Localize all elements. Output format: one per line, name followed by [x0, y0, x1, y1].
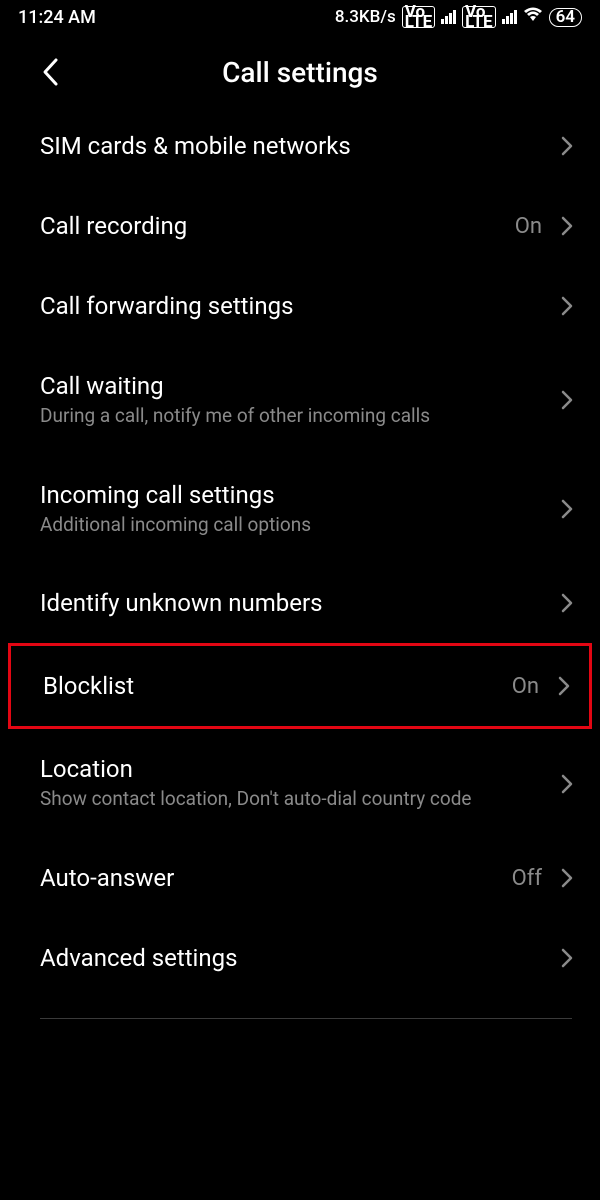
item-value: Off	[512, 866, 542, 891]
battery-icon: 64	[549, 8, 582, 27]
volte-icon: VoLTE	[402, 6, 435, 28]
back-button[interactable]	[34, 56, 66, 88]
header: Call settings	[0, 32, 600, 106]
item-title: Advanced settings	[40, 944, 560, 972]
item-title: Call waiting	[40, 372, 560, 400]
status-right: 8.3KB/s VoLTE VoLTE 64	[335, 6, 582, 28]
item-auto-answer[interactable]: Auto-answer Off	[0, 838, 600, 918]
item-call-forwarding[interactable]: Call forwarding settings	[0, 266, 600, 346]
item-call-recording[interactable]: Call recording On	[0, 186, 600, 266]
settings-list: SIM cards & mobile networks Call recordi…	[0, 106, 600, 1019]
item-incoming-call-settings[interactable]: Incoming call settings Additional incomi…	[0, 455, 600, 564]
chevron-right-icon	[560, 294, 574, 318]
item-title: Auto-answer	[40, 864, 512, 892]
page-title: Call settings	[0, 56, 600, 89]
item-blocklist[interactable]: Blocklist On	[8, 643, 592, 729]
chevron-right-icon	[557, 674, 571, 698]
item-sim-networks[interactable]: SIM cards & mobile networks	[0, 106, 600, 186]
chevron-right-icon	[560, 388, 574, 412]
status-bar: 11:24 AM 8.3KB/s VoLTE VoLTE 64	[0, 0, 600, 32]
item-title: Blocklist	[43, 672, 512, 700]
item-identify-unknown[interactable]: Identify unknown numbers	[0, 563, 600, 643]
item-title: Location	[40, 755, 560, 783]
divider	[40, 1018, 572, 1019]
chevron-right-icon	[560, 214, 574, 238]
chevron-right-icon	[560, 134, 574, 158]
volte-icon-2: VoLTE	[462, 6, 495, 28]
item-title: SIM cards & mobile networks	[40, 132, 560, 160]
item-title: Call recording	[40, 212, 515, 240]
chevron-left-icon	[41, 57, 59, 87]
item-value: On	[515, 214, 542, 239]
status-time: 11:24 AM	[18, 7, 96, 28]
chevron-right-icon	[560, 497, 574, 521]
status-speed: 8.3KB/s	[335, 7, 396, 27]
item-subtitle: During a call, notify me of other incomi…	[40, 404, 560, 429]
item-title: Incoming call settings	[40, 481, 560, 509]
signal-icon-1	[441, 10, 456, 24]
item-location[interactable]: Location Show contact location, Don't au…	[0, 729, 600, 838]
chevron-right-icon	[560, 772, 574, 796]
item-call-waiting[interactable]: Call waiting During a call, notify me of…	[0, 346, 600, 455]
chevron-right-icon	[560, 591, 574, 615]
item-subtitle: Additional incoming call options	[40, 513, 560, 538]
chevron-right-icon	[560, 866, 574, 890]
chevron-right-icon	[560, 946, 574, 970]
item-advanced-settings[interactable]: Advanced settings	[0, 918, 600, 998]
signal-icon-2	[502, 10, 517, 24]
item-value: On	[512, 674, 539, 699]
item-title: Identify unknown numbers	[40, 589, 560, 617]
wifi-icon	[523, 7, 543, 28]
item-subtitle: Show contact location, Don't auto-dial c…	[40, 787, 560, 812]
item-title: Call forwarding settings	[40, 292, 560, 320]
